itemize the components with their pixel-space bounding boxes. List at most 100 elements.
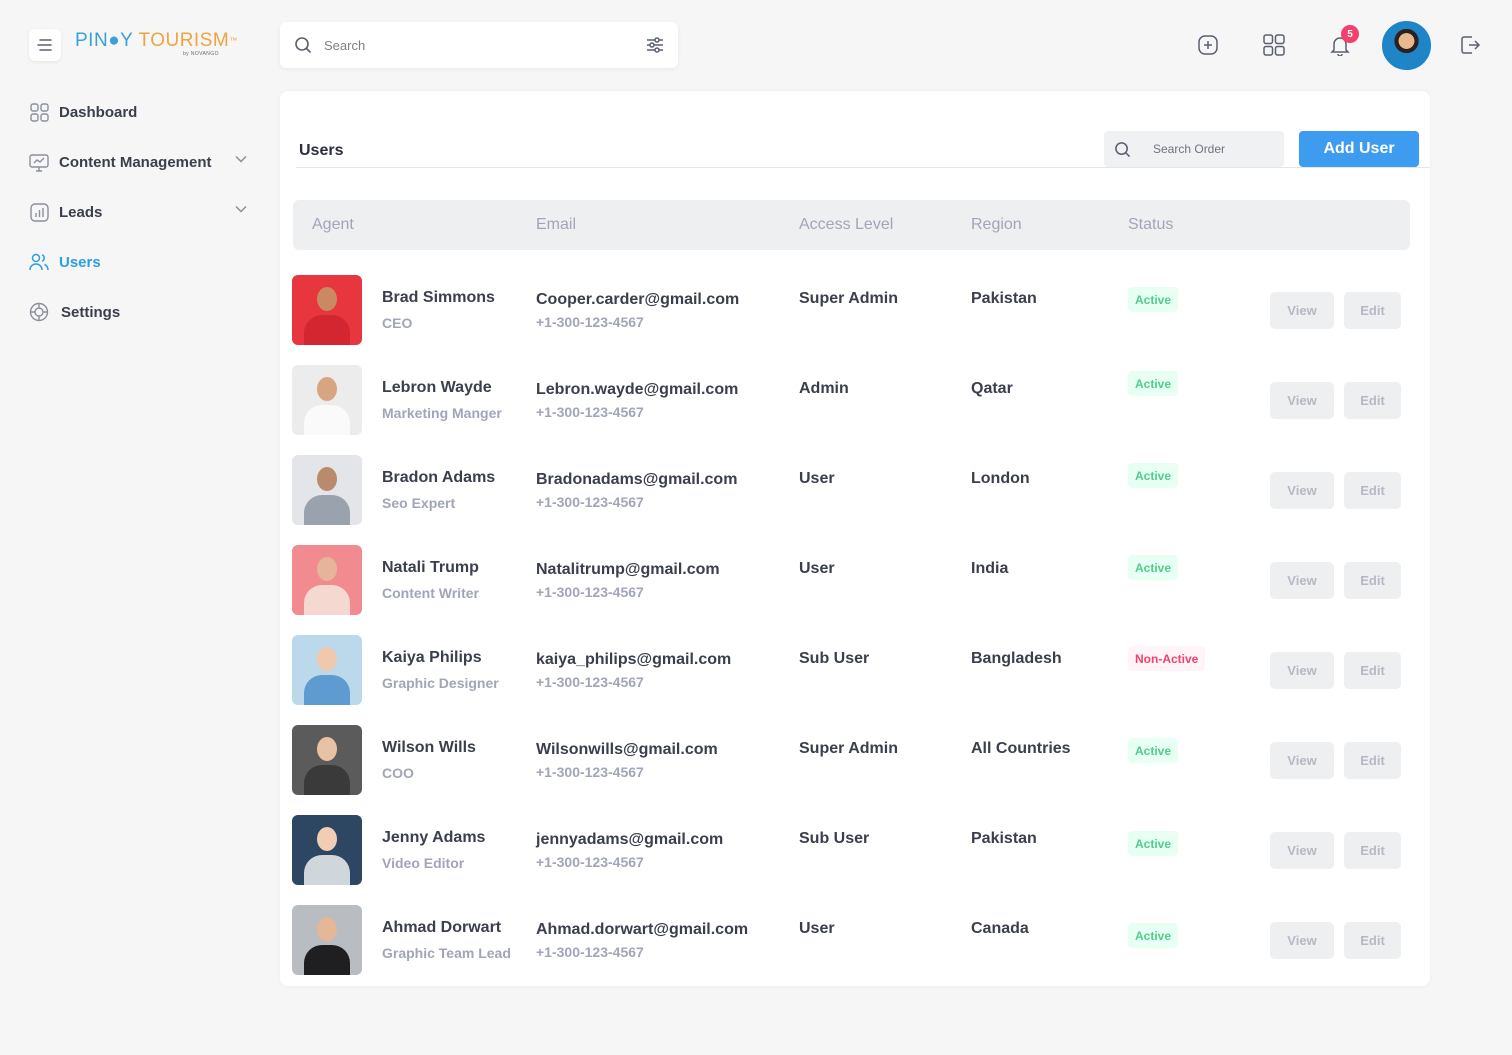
page-title: Users [299, 142, 344, 159]
agent-email[interactable]: Natalitrump@gmail.com [536, 561, 720, 579]
agent-name[interactable]: Brad Simmons [382, 289, 495, 307]
agent-email[interactable]: Ahmad.dorwart@gmail.com [536, 921, 748, 939]
agent-region: Pakistan [971, 830, 1037, 847]
logout-button[interactable] [1457, 32, 1483, 58]
filter-sliders-icon[interactable] [646, 37, 664, 53]
view-button[interactable]: View [1270, 742, 1334, 779]
sidebar-item-dashboard[interactable]: Dashboard [29, 94, 251, 130]
view-button[interactable]: View [1270, 652, 1334, 689]
agent-name[interactable]: Kaiya Philips [382, 649, 482, 667]
search-icon [1115, 141, 1131, 157]
agent-name[interactable]: Lebron Wayde [382, 379, 492, 397]
column-header-email[interactable]: Email [536, 216, 576, 234]
sidebar-item-label: Users [59, 253, 101, 271]
view-button[interactable]: View [1270, 832, 1334, 869]
agent-photo-head [317, 557, 337, 581]
agent-photo [292, 725, 362, 795]
sidebar-item-content-management[interactable]: Content Management [29, 144, 251, 180]
agent-phone: +1-300-123-4567 [536, 314, 644, 330]
plus-square-icon [1198, 35, 1218, 55]
hamburger-icon [37, 39, 52, 51]
agent-role: Video Editor [382, 855, 465, 871]
column-header-agent[interactable]: Agent [312, 216, 354, 234]
agent-access-level: User [799, 920, 835, 937]
edit-button[interactable]: Edit [1344, 472, 1401, 509]
edit-button[interactable]: Edit [1344, 562, 1401, 599]
order-search-input[interactable] [1153, 142, 1273, 156]
monitor-icon [29, 152, 49, 172]
column-header-region[interactable]: Region [971, 216, 1022, 234]
agent-email[interactable]: Bradonadams@gmail.com [536, 471, 737, 489]
logo-subtitle: by NOVANGO [183, 51, 219, 57]
view-button[interactable]: View [1270, 562, 1334, 599]
agent-email[interactable]: jennyadams@gmail.com [536, 831, 723, 849]
table-row: Jenny Adams Video Editor jennyadams@gmail.… [292, 815, 1412, 885]
agent-email[interactable]: Wilsonwills@gmail.com [536, 741, 718, 759]
agent-email[interactable]: kaiya_philips@gmail.com [536, 651, 731, 669]
agent-photo-head [317, 827, 337, 851]
sidebar-item-users[interactable]: Users [29, 244, 251, 280]
users-icon [29, 252, 49, 272]
status-badge: Active [1128, 923, 1179, 948]
agent-access-level: User [799, 560, 835, 577]
sidebar-item-settings[interactable]: Settings [29, 294, 251, 330]
edit-button[interactable]: Edit [1344, 292, 1401, 329]
menu-toggle-button[interactable] [29, 29, 61, 61]
sidebar-item-leads[interactable]: Leads [29, 194, 251, 230]
chart-icon [29, 202, 49, 222]
edit-button[interactable]: Edit [1344, 832, 1401, 869]
agent-name[interactable]: Bradon Adams [382, 469, 495, 487]
sidebar-item-label: Dashboard [59, 103, 138, 121]
agent-email[interactable]: Lebron.wayde@gmail.com [536, 381, 738, 399]
user-avatar[interactable] [1382, 21, 1431, 70]
edit-button[interactable]: Edit [1344, 382, 1401, 419]
agent-photo [292, 545, 362, 615]
notification-count-badge: 5 [1341, 25, 1359, 43]
order-search-bar [1104, 131, 1284, 167]
agent-photo [292, 905, 362, 975]
agent-photo-head [317, 647, 337, 671]
agent-email[interactable]: Cooper.carder@gmail.com [536, 291, 739, 309]
agent-name[interactable]: Wilson Wills [382, 739, 476, 757]
agent-photo-body [304, 315, 350, 345]
agent-photo-body [304, 945, 350, 975]
agent-region: Pakistan [971, 290, 1037, 307]
view-button[interactable]: View [1270, 382, 1334, 419]
edit-button[interactable]: Edit [1344, 652, 1401, 689]
agent-photo-head [317, 377, 337, 401]
table-row: Kaiya Philips Graphic Designer kaiya_phili… [292, 635, 1412, 705]
sidebar-item-label: Content Management [59, 153, 212, 171]
agent-name[interactable]: Jenny Adams [382, 829, 485, 847]
status-badge: Active [1128, 555, 1179, 580]
column-header-status[interactable]: Status [1128, 216, 1173, 234]
edit-button[interactable]: Edit [1344, 922, 1401, 959]
view-button[interactable]: View [1270, 292, 1334, 329]
logo-trademark: ™ [229, 36, 238, 45]
view-button[interactable]: View [1270, 922, 1334, 959]
agent-role: Marketing Manger [382, 405, 502, 421]
agent-role: Graphic Designer [382, 675, 499, 691]
agent-photo-body [304, 675, 350, 705]
agent-photo-head [317, 917, 337, 941]
agent-photo-body [304, 405, 350, 435]
add-new-button[interactable] [1195, 32, 1221, 58]
agent-name[interactable]: Natali Trump [382, 559, 479, 577]
agent-phone: +1-300-123-4567 [536, 584, 644, 600]
agent-name[interactable]: Ahmad Dorwart [382, 919, 501, 937]
global-search-input[interactable] [324, 37, 646, 53]
sidebar-item-label: Settings [61, 303, 121, 321]
column-header-access-level[interactable]: Access Level [799, 216, 893, 234]
agent-region: All Countries [971, 740, 1071, 757]
agent-phone: +1-300-123-4567 [536, 404, 644, 420]
brand-logo[interactable]: PIN●Y TOURISM™ by NOVANGO [75, 30, 238, 60]
agent-access-level: Super Admin [799, 740, 898, 757]
logo-text-y: Y [120, 30, 134, 51]
view-button[interactable]: View [1270, 472, 1334, 509]
agent-photo-body [304, 495, 350, 525]
agent-role: Graphic Team Lead [382, 945, 511, 961]
edit-button[interactable]: Edit [1344, 742, 1401, 779]
logo-text-tourism: TOURISM [138, 30, 230, 51]
logo-pin-icon: ● [108, 30, 121, 51]
add-user-button[interactable]: Add User [1299, 131, 1419, 167]
apps-button[interactable] [1261, 32, 1287, 58]
